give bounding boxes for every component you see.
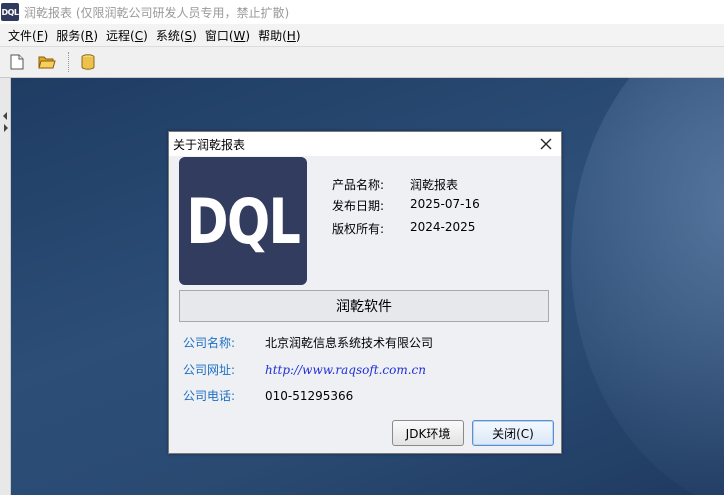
company-site-row: 公司网址: http://www.raqsoft.com.cn	[183, 361, 426, 378]
company-name-value: 北京润乾信息系统技术有限公司	[265, 336, 434, 350]
close-icon	[540, 138, 552, 150]
title-bar: DQL 润乾报表 (仅限润乾公司研发人员专用，禁止扩散)	[0, 0, 724, 24]
release-date-row: 发布日期: 2025-07-16	[332, 197, 480, 214]
menu-bar: 文件(F) 服务(R) 远程(C) 系统(S) 窗口(W) 帮助(H)	[0, 24, 724, 46]
company-site-label: 公司网址:	[183, 363, 236, 377]
product-logo-text: DQL	[186, 184, 302, 258]
app-logo: DQL	[1, 3, 19, 21]
menu-system[interactable]: 系统(S)	[152, 27, 201, 44]
window-title: 润乾报表 (仅限润乾公司研发人员专用，禁止扩散)	[24, 5, 290, 20]
menu-help[interactable]: 帮助(H)	[254, 27, 304, 44]
new-document-icon	[10, 54, 24, 70]
company-name-row: 公司名称: 北京润乾信息系统技术有限公司	[183, 334, 433, 351]
copyright-value: 2024-2025	[410, 220, 476, 234]
open-folder-icon	[38, 56, 56, 69]
company-phone-row: 公司电话: 010-51295366	[183, 387, 353, 404]
company-name-label: 公司名称:	[183, 336, 236, 350]
company-site-link[interactable]: http://www.raqsoft.com.cn	[265, 363, 426, 377]
dialog-title-bar: 关于润乾报表	[169, 132, 561, 156]
release-date-value: 2025-07-16	[410, 197, 480, 211]
side-collapse-strip[interactable]	[0, 78, 11, 495]
menu-window[interactable]: 窗口(W)	[201, 27, 254, 44]
toolbar	[0, 46, 724, 78]
company-banner-button[interactable]: 润乾软件	[179, 290, 549, 322]
database-button[interactable]	[77, 51, 99, 73]
menu-remote[interactable]: 远程(C)	[102, 27, 152, 44]
new-document-button[interactable]	[6, 51, 28, 73]
product-logo: DQL	[179, 157, 307, 285]
company-phone-value: 010-51295366	[265, 388, 354, 403]
toolbar-separator	[68, 52, 69, 72]
database-icon	[81, 54, 95, 70]
menu-file[interactable]: 文件(F)	[4, 27, 52, 44]
company-phone-label: 公司电话:	[183, 389, 236, 403]
copyright-row: 版权所有: 2024-2025	[332, 220, 475, 237]
close-button[interactable]: 关闭(C)	[472, 420, 554, 446]
release-date-label: 发布日期:	[332, 199, 385, 213]
dialog-close-button[interactable]	[531, 132, 561, 156]
menu-service[interactable]: 服务(R)	[52, 27, 102, 44]
open-folder-button[interactable]	[36, 51, 58, 73]
jdk-environment-button[interactable]: JDK环境	[392, 420, 464, 446]
about-dialog: 关于润乾报表 DQL 产品名称: 润乾报表 发布日期: 2025-07-16 版…	[168, 131, 562, 454]
background-highlight	[571, 78, 724, 495]
expand-right-icon[interactable]	[4, 124, 8, 132]
product-name-value: 润乾报表	[410, 178, 459, 192]
product-name-label: 产品名称:	[332, 178, 385, 192]
collapse-left-icon[interactable]	[3, 112, 7, 120]
dialog-title: 关于润乾报表	[173, 137, 246, 152]
copyright-label: 版权所有:	[332, 222, 385, 236]
product-name-row: 产品名称: 润乾报表	[332, 176, 458, 193]
